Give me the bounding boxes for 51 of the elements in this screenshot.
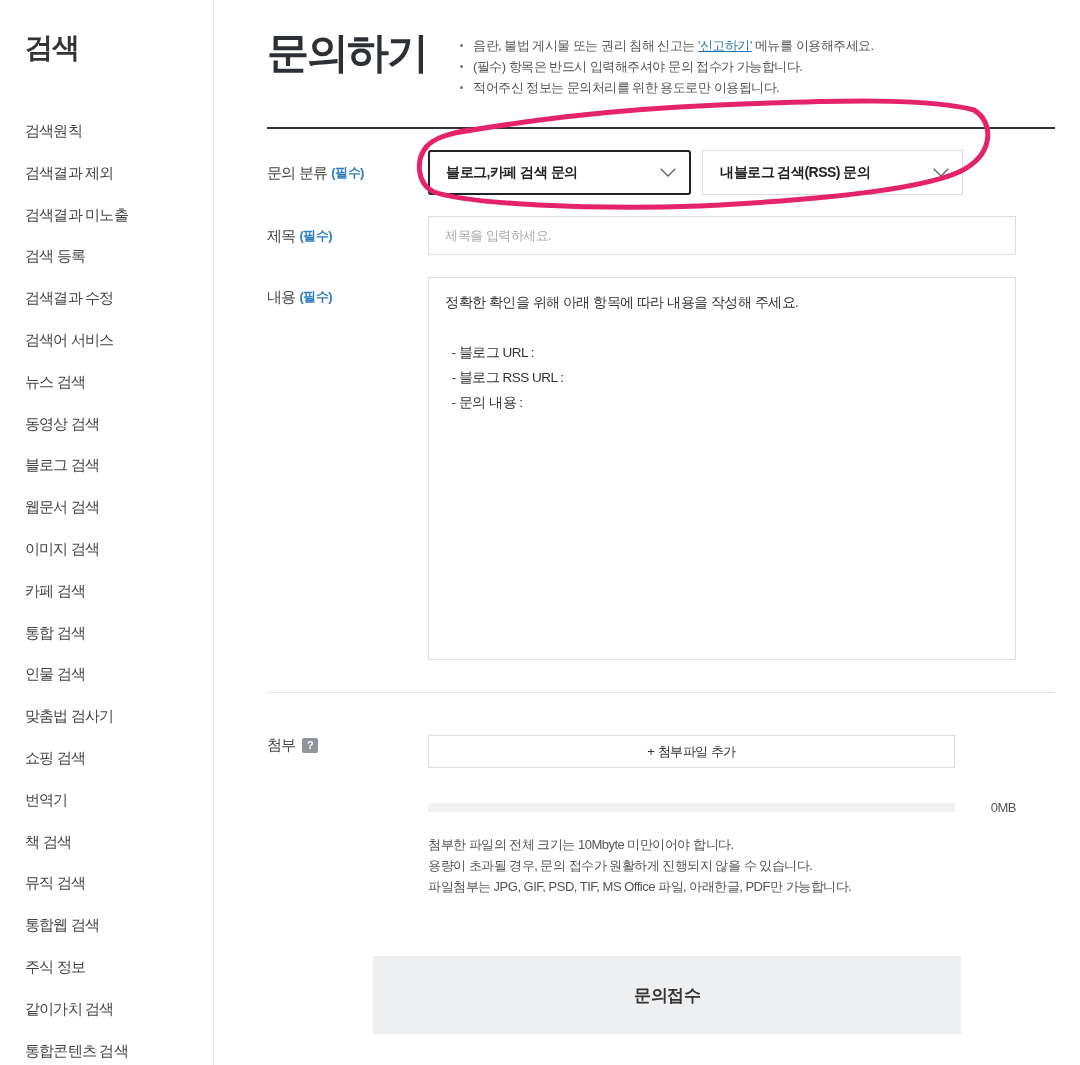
required-mark: (필수) [299,288,333,306]
sidebar-link[interactable]: 검색결과 미노출 [25,205,128,223]
bullet-icon [460,86,463,89]
sidebar-link[interactable]: 뮤직 검색 [25,874,86,892]
sidebar-link[interactable]: 이미지 검색 [25,539,100,557]
content-textarea[interactable]: 정확한 확인을 위해 아래 항목에 따라 내용을 작성해 주세요. - 블로그 URL : - 블로그 RSS URL : - 문의 내용 : [428,277,1016,660]
attachment-note: 용량이 초과될 경우, 문의 접수가 원활하게 진행되지 않을 수 있습니다. [428,857,814,875]
add-attachment-button[interactable]: + 첨부파일 추가 [428,735,955,768]
field-label: 제목 [267,225,296,246]
field-label: 문의 분류 [267,162,328,183]
required-mark: (필수) [299,226,333,245]
chevron-down-icon [933,168,949,177]
sidebar-link[interactable]: 인물 검색 [25,665,86,683]
sidebar-title: 검색 [25,33,79,63]
sidebar-link[interactable]: 통합웹 검색 [25,916,100,934]
notice-text: 적어주신 정보는 문의처리를 위한 용도로만 이용됩니다. [473,79,780,97]
sidebar-link[interactable]: 같이가치 검색 [25,999,114,1017]
sidebar-link[interactable]: 동영상 검색 [25,414,100,432]
sidebar-link[interactable]: 검색원칙 [25,122,82,139]
sidebar-link[interactable]: 뉴스 검색 [25,372,86,390]
subcategory-dropdown[interactable]: 내블로그 검색(RSS) 문의 [702,150,963,195]
report-link[interactable]: '신고하기' [697,38,752,53]
sidebar-link[interactable]: 카페 검색 [25,581,86,599]
required-mark: (필수) [331,163,364,182]
bullet-icon [460,44,463,47]
field-label: 첨부 [267,735,296,755]
sidebar-link[interactable]: 통합콘텐츠 검색 [25,1041,128,1059]
category-dropdown[interactable]: 블로그,카페 검색 문의 [428,150,691,195]
field-label: 내용 [267,287,296,307]
bullet-icon [460,65,463,68]
sidebar-link[interactable]: 검색결과 수정 [25,289,114,307]
sidebar-link[interactable]: 쇼핑 검색 [25,748,86,766]
sidebar-link[interactable]: 맞춤법 검사기 [25,707,114,725]
sidebar-link[interactable]: 검색 등록 [25,247,86,265]
sidebar-link[interactable]: 웹문서 검색 [25,498,100,516]
notice-text: 음란, 불법 게시물 또는 권리 침해 신고는 '신고하기' 메뉴를 이용해주세요. [473,37,874,55]
attachment-note: 첨부한 파일의 전체 크기는 10Mbyte 미만이어야 합니다. [428,836,735,854]
submit-button[interactable]: 문의접수 [373,956,961,1034]
subject-input[interactable]: 제목을 입력하세요. [428,216,1016,255]
sidebar-link[interactable]: 통합 검색 [25,623,86,641]
sidebar-link[interactable]: 책 검색 [25,832,71,850]
sidebar-link[interactable]: 검색어 서비스 [25,331,114,348]
sidebar-link[interactable]: 번역기 [25,790,68,808]
sidebar-link[interactable]: 주식 정보 [25,957,86,975]
sidebar-link[interactable]: 검색결과 제외 [25,163,114,181]
attachment-size: 0MB [990,800,1016,815]
attachment-note: 파일첨부는 JPG, GIF, PSD, TIF, MS Office 파일, 아래한글, PDF만 가능합니다. [428,878,853,896]
page-title: 문의하기 [267,28,427,78]
sidebar-link[interactable]: 블로그 검색 [25,456,100,474]
notice-text: (필수) 항목은 반드시 입력해주셔야 문의 접수가 가능합니다. [473,58,803,76]
chevron-down-icon [660,168,676,177]
